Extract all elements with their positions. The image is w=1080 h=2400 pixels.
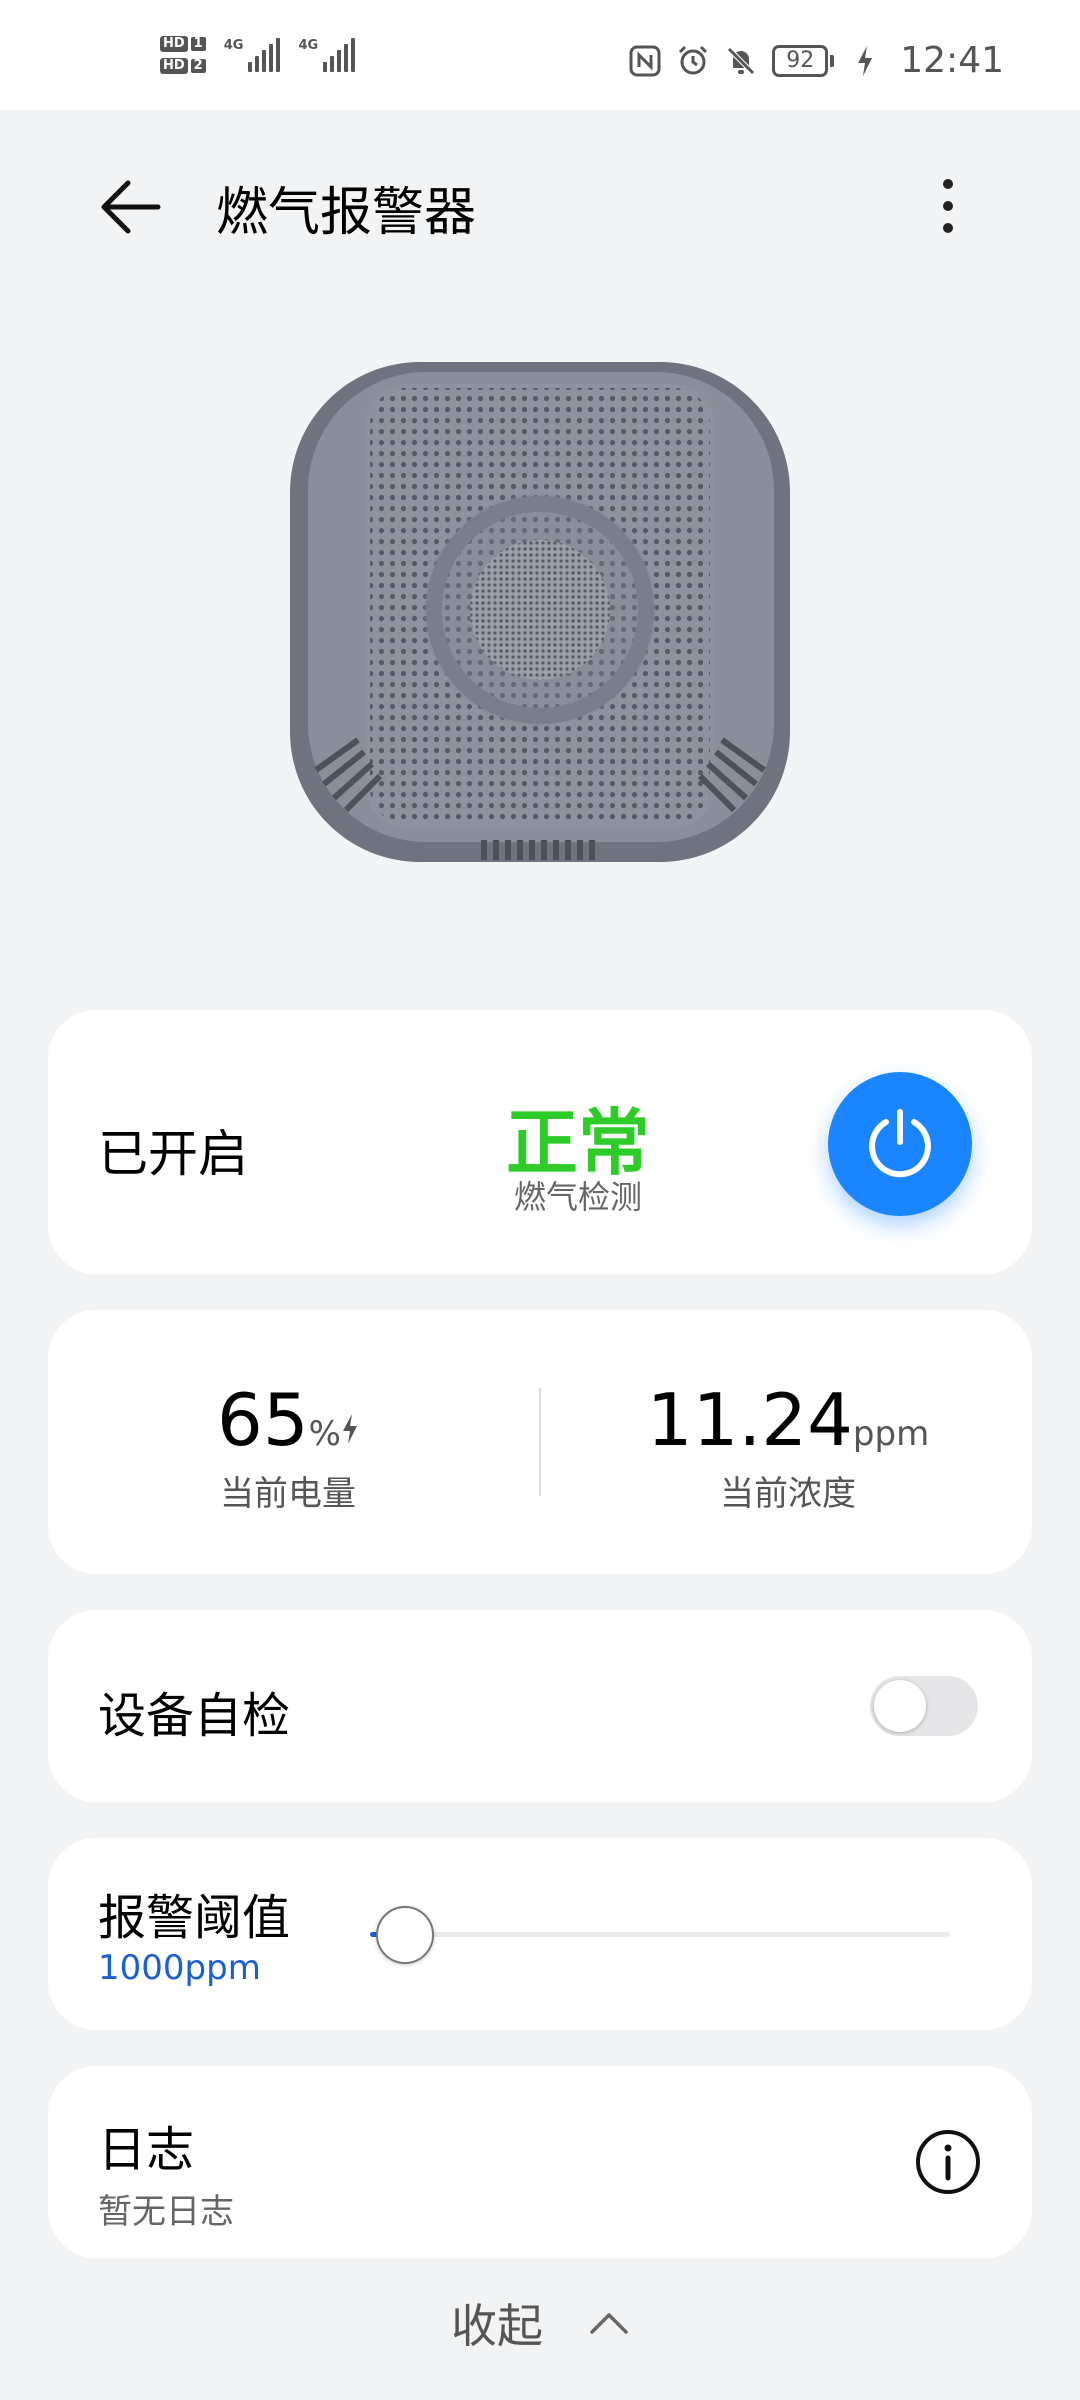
status-bar-left: HD 1 HD 2 4G 4G xyxy=(160,36,356,74)
gas-detector-device-image xyxy=(288,360,792,864)
app-bar: 燃气报警器 xyxy=(0,150,1080,260)
sim-number: 1 xyxy=(190,37,206,51)
self-test-label: 设备自检 xyxy=(98,1688,291,1744)
threshold-value: 1000ppm xyxy=(98,1948,261,1988)
battery-level: 92 xyxy=(772,44,829,77)
status-card: 已开启 正常 燃气检测 xyxy=(48,1010,1032,1274)
self-test-toggle[interactable] xyxy=(870,1676,978,1736)
clock: 12:41 xyxy=(900,40,1004,81)
back-arrow-icon xyxy=(101,180,161,234)
status-bar: HD 1 HD 2 4G 4G 92 12:41 xyxy=(0,0,1080,110)
metrics-card: 65% 当前电量 11.24ppm 当前浓度 xyxy=(48,1310,1032,1574)
hd-row-2: HD 2 xyxy=(160,58,206,74)
power-icon xyxy=(869,1109,931,1178)
gas-status-label: 燃气检测 xyxy=(513,1178,642,1216)
hd-indicators: HD 1 HD 2 xyxy=(160,36,206,74)
hd-badge: HD xyxy=(160,36,188,52)
signal-strength-icon: 4G xyxy=(224,38,281,72)
log-label: 日志 xyxy=(98,2122,195,2178)
power-button[interactable] xyxy=(828,1072,972,1216)
charging-icon xyxy=(342,1414,357,1444)
info-icon xyxy=(916,2130,980,2194)
info-button[interactable] xyxy=(914,2128,982,2196)
more-options-button[interactable] xyxy=(918,166,978,246)
device-state-label: 已开启 xyxy=(98,1125,248,1183)
hd-row-1: HD 1 xyxy=(160,36,206,52)
battery-value: 65 xyxy=(217,1378,309,1462)
collapse-button[interactable]: 收起 xyxy=(0,2290,1080,2356)
toggle-knob xyxy=(874,1680,926,1732)
self-test-card: 设备自检 xyxy=(48,1610,1032,1802)
battery-icon: 92 xyxy=(772,44,835,77)
network-type: 4G xyxy=(223,38,244,53)
collapse-label: 收起 xyxy=(451,2299,543,2353)
mute-bell-icon xyxy=(724,44,758,78)
hd-badge: HD xyxy=(160,58,188,74)
alarm-icon xyxy=(676,44,710,78)
log-status: 暂无日志 xyxy=(98,2192,234,2232)
page-title: 燃气报警器 xyxy=(216,183,477,243)
battery-unit: % xyxy=(308,1414,341,1454)
threshold-slider-handle[interactable] xyxy=(375,1906,434,1964)
battery-metric: 65% 当前电量 xyxy=(88,1380,488,1515)
concentration-value: 11.24 xyxy=(646,1378,853,1462)
charging-icon xyxy=(848,44,882,78)
back-button[interactable] xyxy=(96,172,166,242)
battery-label: 当前电量 xyxy=(220,1474,356,1514)
threshold-slider-track[interactable] xyxy=(370,1932,950,1937)
threshold-label: 报警阈值 xyxy=(98,1890,291,1946)
concentration-metric: 11.24ppm 当前浓度 xyxy=(588,1380,988,1515)
concentration-label: 当前浓度 xyxy=(720,1474,856,1514)
sim-number: 2 xyxy=(190,59,206,73)
signal-strength-icon: 4G xyxy=(298,38,356,72)
log-card[interactable]: 日志 暂无日志 xyxy=(48,2066,1032,2258)
chevron-up-icon xyxy=(590,2313,628,2334)
nfc-icon xyxy=(628,44,662,78)
concentration-unit: ppm xyxy=(852,1414,930,1454)
network-type: 4G xyxy=(298,38,319,53)
threshold-card: 报警阈值 1000ppm xyxy=(48,1838,1032,2030)
metric-divider xyxy=(539,1388,541,1496)
status-bar-right: 92 12:41 xyxy=(628,40,1004,81)
